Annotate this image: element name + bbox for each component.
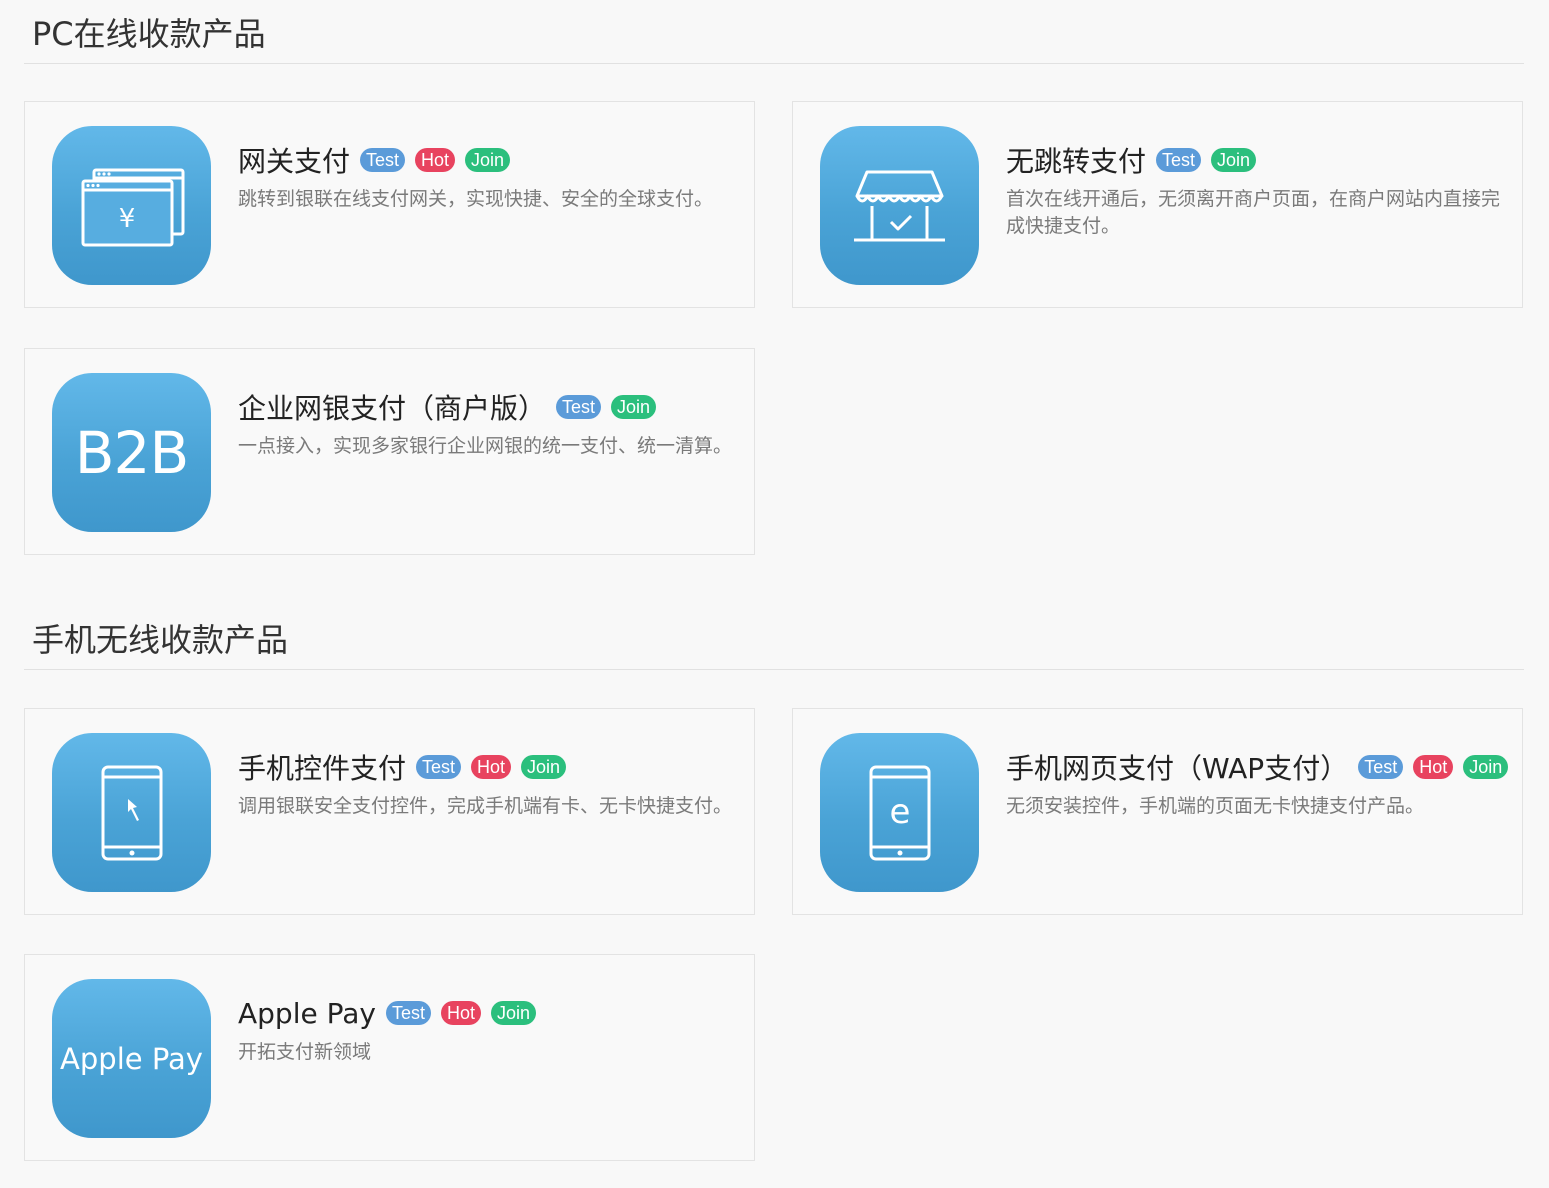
join-badge[interactable]: Join [1211,148,1257,172]
phone-cursor-icon [52,733,211,892]
section-title-pc: PC在线收款产品 [32,15,266,53]
section-title-mobile: 手机无线收款产品 [32,621,289,659]
test-badge[interactable]: Test [1156,148,1202,172]
product-card-mobile-sdk-pay[interactable]: 手机控件支付 Test Hot Join 调用银联安全支付控件，完成手机端有卡、… [24,708,755,915]
product-card-gateway-pay[interactable]: ¥ 网关支付 Test Hot Join 跳转到银联在线支付网关，实现快捷、安全… [24,101,755,308]
hot-badge[interactable]: Hot [1413,755,1454,779]
apple-pay-icon-text: Apple Pay [60,1041,203,1076]
product-name[interactable]: 手机控件支付 [238,747,406,787]
product-title-row: 无跳转支付 Test Join [1006,142,1266,178]
join-badge[interactable]: Join [491,1001,537,1025]
product-card-b2b-pay[interactable]: B2B 企业网银支付（商户版） Test Join 一点接入，实现多家银行企业网… [24,348,755,555]
b2b-icon: B2B [52,373,211,532]
join-badge[interactable]: Join [1463,755,1509,779]
hot-badge[interactable]: Hot [415,148,456,172]
product-name[interactable]: Apple Pay [238,997,376,1030]
join-badge[interactable]: Join [611,395,657,419]
hot-badge[interactable]: Hot [440,1001,481,1025]
join-badge[interactable]: Join [521,755,567,779]
product-description: 调用银联安全支付控件，完成手机端有卡、无卡快捷支付。 [238,795,733,817]
product-description: 无须安装控件，手机端的页面无卡快捷支付产品。 [1006,795,1425,817]
product-title-row: 企业网银支付（商户版） Test Join [238,389,666,425]
product-title-row: 手机网页支付（WAP支付） Test Hot Join [1006,749,1518,785]
hot-badge[interactable]: Hot [471,755,512,779]
product-description: 跳转到银联在线支付网关，实现快捷、安全的全球支付。 [238,188,714,210]
product-card-apple-pay[interactable]: Apple Pay Apple Pay Test Hot Join 开拓支付新领… [24,954,755,1161]
section-divider [24,63,1524,64]
product-name[interactable]: 企业网银支付（商户版） [238,387,546,427]
browser-yuan-icon: ¥ [52,126,211,285]
product-card-no-redirect-pay[interactable]: 无跳转支付 Test Join 首次在线开通后，无须离开商户页面，在商户网站内直… [792,101,1523,308]
section-divider [24,669,1524,670]
join-badge[interactable]: Join [465,148,511,172]
test-badge[interactable]: Test [360,148,406,172]
product-card-wap-pay[interactable]: e 手机网页支付（WAP支付） Test Hot Join 无须安装控件，手机端… [792,708,1523,915]
test-badge[interactable]: Test [416,755,462,779]
product-name[interactable]: 无跳转支付 [1006,140,1146,180]
test-badge[interactable]: Test [385,1001,431,1025]
svg-text:e: e [890,792,911,832]
phone-e-icon: e [820,733,979,892]
product-description: 开拓支付新领域 [238,1041,372,1063]
product-title-row: 网关支付 Test Hot Join [238,142,520,178]
apple-pay-icon: Apple Pay [52,979,211,1138]
product-description: 一点接入，实现多家银行企业网银的统一支付、统一清算。 [238,435,733,457]
product-name[interactable]: 手机网页支付（WAP支付） [1006,747,1348,787]
product-title-row: 手机控件支付 Test Hot Join [238,749,576,785]
test-badge[interactable]: Test [556,395,602,419]
test-badge[interactable]: Test [1358,755,1404,779]
product-name[interactable]: 网关支付 [238,140,350,180]
product-title-row: Apple Pay Test Hot Join [238,995,546,1031]
product-description: 首次在线开通后，无须离开商户页面，在商户网站内直接完成快捷支付。 [1006,188,1501,237]
svg-text:¥: ¥ [119,204,136,234]
storefront-check-icon [820,126,979,285]
b2b-icon-text: B2B [74,418,189,487]
